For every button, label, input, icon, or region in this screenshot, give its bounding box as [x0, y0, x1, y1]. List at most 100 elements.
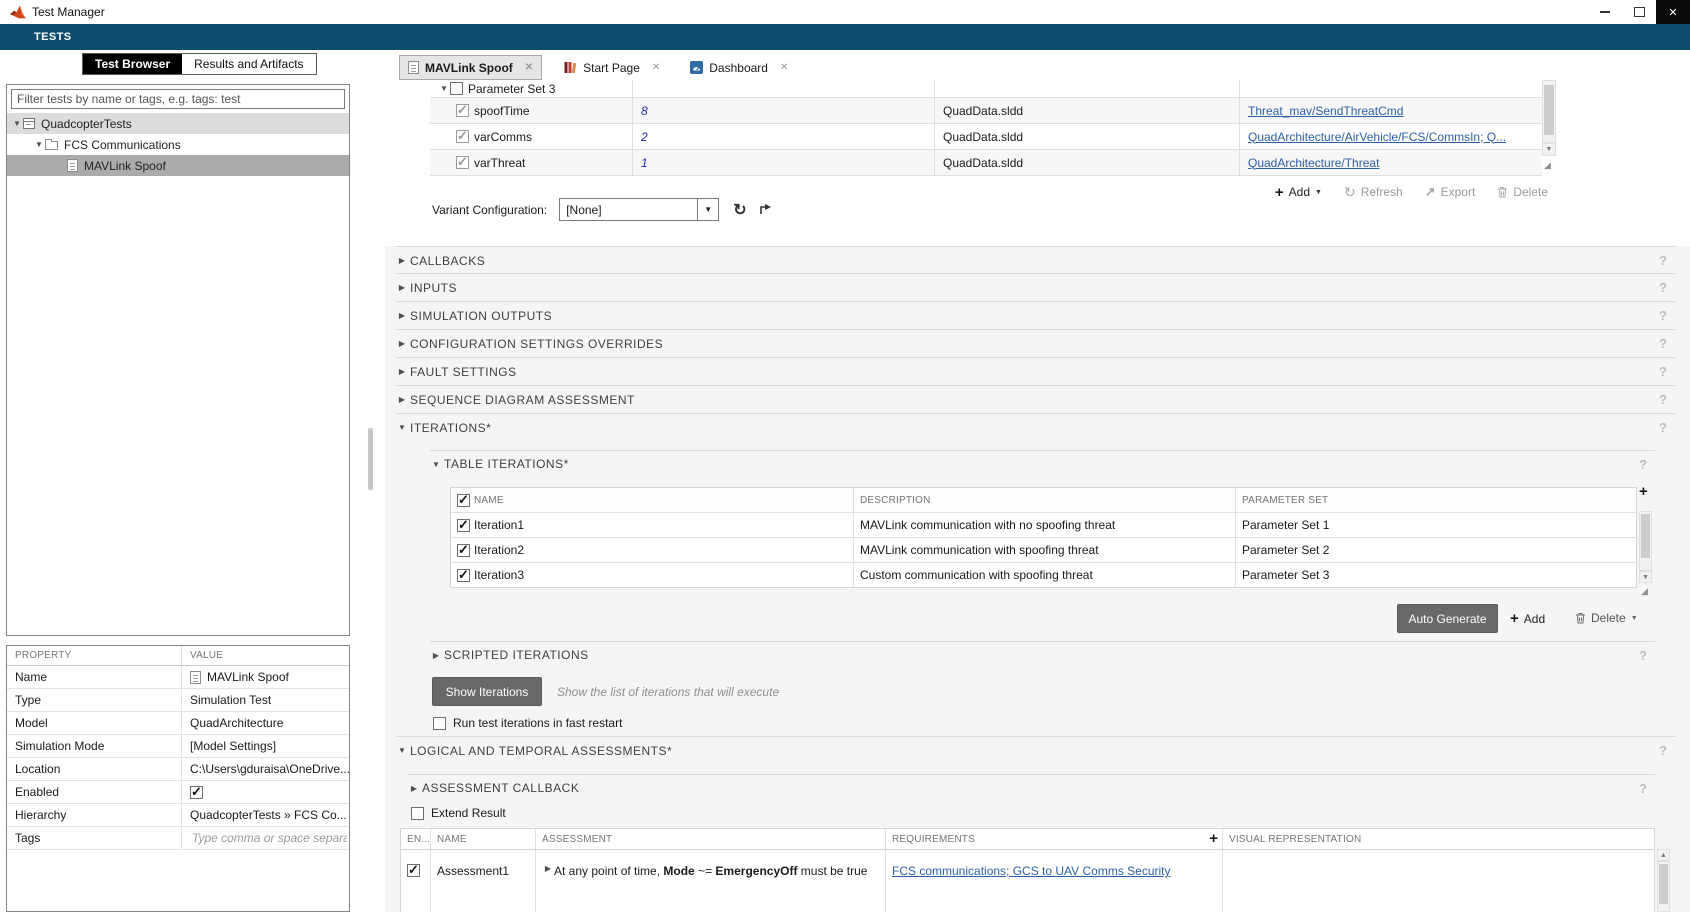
section-logical-temporal-assessments[interactable]: LOGICAL AND TEMPORAL ASSESSMENTS*	[396, 736, 1675, 764]
parameter-value[interactable]: 1	[641, 156, 648, 170]
scrollbar-thumb[interactable]	[1659, 864, 1668, 904]
tab-mavlink-spoof[interactable]: MAVLink Spoof	[399, 55, 542, 80]
parameter-row[interactable]: varComms 2 QuadData.sldd QuadArchitectur…	[430, 124, 1542, 150]
scroll-up-arrow[interactable]: ▲	[1657, 849, 1670, 861]
add-assessment-icon[interactable]: +	[1209, 831, 1218, 846]
extend-result-checkbox[interactable]	[411, 807, 424, 820]
add-iteration-button[interactable]: + Add	[1510, 611, 1545, 626]
table-resize-grip[interactable]	[1641, 586, 1648, 597]
show-iterations-button[interactable]: Show Iterations	[432, 677, 542, 706]
subsection-scripted-iterations[interactable]: SCRIPTED ITERATIONS	[430, 641, 1655, 668]
help-icon[interactable]	[1659, 308, 1667, 323]
help-icon[interactable]	[1659, 336, 1667, 351]
section-sequence-diagram-assessment[interactable]: SEQUENCE DIAGRAM ASSESSMENT	[396, 385, 1675, 413]
iteration-row[interactable]: Iteration3 Custom communication with spo…	[451, 563, 1636, 587]
maximize-button[interactable]	[1622, 0, 1656, 24]
help-icon[interactable]	[1639, 457, 1647, 472]
parameter-group-row[interactable]: Parameter Set 3	[430, 80, 1542, 98]
scrollbar-thumb[interactable]	[1544, 85, 1554, 135]
add-parameter-button[interactable]: + Add ▼	[1275, 185, 1322, 200]
tree-item-mavlink-spoof[interactable]: MAVLink Spoof	[7, 155, 349, 176]
delete-button[interactable]: Delete	[1497, 185, 1548, 199]
parameter-row[interactable]: varThreat 1 QuadData.sldd QuadArchitectu…	[430, 150, 1542, 176]
assessment-row[interactable]: Assessment1 At any point of time, Mode ~…	[401, 850, 1654, 912]
section-configuration-settings-overrides[interactable]: CONFIGURATION SETTINGS OVERRIDES	[396, 329, 1675, 357]
assessments-scrollbar[interactable]	[1657, 861, 1670, 912]
scroll-down-arrow[interactable]: ▼	[1542, 143, 1556, 156]
iteration-row[interactable]: Iteration2 MAVLink communication with sp…	[451, 538, 1636, 563]
subsection-table-iterations[interactable]: TABLE ITERATIONS*	[430, 450, 1655, 477]
help-icon[interactable]	[1639, 781, 1647, 796]
section-fault-settings[interactable]: FAULT SETTINGS	[396, 357, 1675, 385]
goto-variant-icon[interactable]	[759, 203, 773, 216]
iterations-table-scrollbar[interactable]	[1639, 511, 1652, 571]
help-icon[interactable]	[1659, 253, 1667, 268]
refresh-button[interactable]: Refresh	[1344, 184, 1403, 201]
subsection-assessment-callback[interactable]: ASSESSMENT CALLBACK	[408, 774, 1655, 801]
scrollbar-thumb[interactable]	[1641, 514, 1650, 558]
close-icon[interactable]	[525, 62, 533, 73]
enabled-checkbox[interactable]	[190, 786, 203, 799]
chevron-down-icon[interactable]: ▼	[697, 199, 718, 220]
tab-results-and-artifacts[interactable]: Results and Artifacts	[182, 54, 315, 74]
parameter-usage-link[interactable]: Threat_mav/SendThreatCmd	[1248, 104, 1403, 118]
parameter-checkbox[interactable]	[456, 156, 469, 169]
extend-result-option[interactable]: Extend Result	[411, 806, 506, 820]
tags-input[interactable]	[190, 830, 349, 846]
parameter-set-checkbox[interactable]	[450, 82, 463, 95]
parameter-usage-link[interactable]: QuadArchitecture/AirVehicle/FCS/CommsIn;…	[1248, 130, 1506, 144]
parameter-value[interactable]: 8	[641, 104, 648, 118]
auto-generate-button[interactable]: Auto Generate	[1397, 604, 1498, 633]
iteration-checkbox[interactable]	[457, 569, 470, 582]
scroll-down-arrow[interactable]: ▼	[1639, 571, 1652, 583]
minimize-button[interactable]	[1588, 0, 1622, 24]
help-icon[interactable]	[1659, 364, 1667, 379]
chevron-right-icon[interactable]	[542, 864, 554, 873]
iteration-row[interactable]: Iteration1 MAVLink communication with no…	[451, 513, 1636, 538]
section-iterations[interactable]: ITERATIONS*	[396, 413, 1675, 441]
export-button[interactable]: Export	[1425, 184, 1476, 200]
tab-dashboard[interactable]: Dashboard	[682, 55, 796, 80]
section-callbacks[interactable]: CALLBACKS	[396, 246, 1675, 274]
chevron-down-icon[interactable]	[11, 119, 23, 128]
parameter-row[interactable]: spoofTime 8 QuadData.sldd Threat_mav/Sen…	[430, 98, 1542, 124]
chevron-down-icon[interactable]	[33, 140, 45, 149]
panel-splitter-handle[interactable]	[368, 428, 373, 490]
close-button[interactable]	[1656, 0, 1690, 24]
tree-item-quadcoptertests[interactable]: QuadcopterTests	[7, 113, 349, 134]
parameter-table-scrollbar[interactable]	[1542, 80, 1556, 143]
parameter-value[interactable]: 2	[641, 130, 648, 144]
help-icon[interactable]	[1659, 392, 1667, 407]
section-inputs[interactable]: INPUTS	[396, 273, 1675, 301]
parameter-checkbox[interactable]	[456, 130, 469, 143]
help-icon[interactable]	[1639, 648, 1647, 663]
add-iteration-column-icon[interactable]: +	[1639, 484, 1648, 499]
section-simulation-outputs[interactable]: SIMULATION OUTPUTS	[396, 301, 1675, 329]
tab-tests[interactable]: TESTS	[34, 31, 71, 43]
tree-item-fcs-communications[interactable]: FCS Communications	[7, 134, 349, 155]
assessment-checkbox[interactable]	[407, 864, 420, 877]
fast-restart-checkbox[interactable]	[433, 717, 446, 730]
iteration-parameter-set: Parameter Set 1	[1242, 518, 1329, 532]
iteration-checkbox[interactable]	[457, 519, 470, 532]
help-icon[interactable]	[1659, 743, 1667, 758]
requirement-link[interactable]: FCS communications; GCS to UAV Comms Sec…	[892, 864, 1171, 878]
table-resize-grip[interactable]	[1544, 160, 1551, 171]
tab-test-browser[interactable]: Test Browser	[83, 54, 182, 74]
close-icon[interactable]	[780, 62, 788, 73]
filter-tests-input[interactable]	[11, 89, 345, 109]
help-icon[interactable]	[1659, 420, 1667, 435]
chevron-down-icon[interactable]	[438, 84, 450, 93]
iteration-checkbox[interactable]	[457, 544, 470, 557]
select-all-checkbox[interactable]	[457, 494, 470, 507]
fast-restart-option[interactable]: Run test iterations in fast restart	[433, 716, 622, 730]
parameter-usage-link[interactable]: QuadArchitecture/Threat	[1248, 156, 1379, 170]
parameter-checkbox[interactable]	[456, 104, 469, 117]
close-icon[interactable]	[652, 62, 660, 73]
delete-iteration-button[interactable]: Delete ▼	[1575, 611, 1638, 625]
section-label: SIMULATION OUTPUTS	[410, 309, 552, 323]
variant-configuration-dropdown[interactable]: [None] ▼	[559, 198, 719, 221]
refresh-variants-icon[interactable]	[733, 200, 746, 220]
help-icon[interactable]	[1659, 280, 1667, 295]
tab-start-page[interactable]: Start Page	[556, 55, 668, 80]
